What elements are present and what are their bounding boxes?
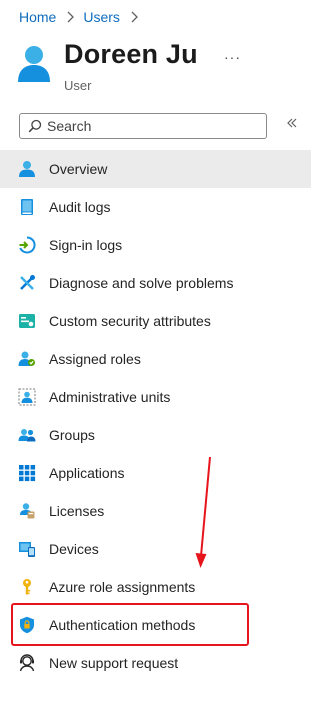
sidebar-item-sign-in-logs[interactable]: Sign-in logs bbox=[0, 226, 311, 264]
breadcrumb-users-link[interactable]: Users bbox=[83, 9, 120, 25]
sidebar-item-audit-logs[interactable]: Audit logs bbox=[0, 188, 311, 226]
sidebar-item-applications[interactable]: Applications bbox=[0, 454, 311, 492]
book-icon bbox=[18, 198, 36, 216]
sidebar-item-assigned-roles[interactable]: Assigned roles bbox=[0, 340, 311, 378]
sidebar-item-groups[interactable]: Groups bbox=[0, 416, 311, 454]
sign-in-icon bbox=[18, 236, 36, 254]
chevron-double-left-icon bbox=[286, 116, 298, 134]
sidebar-item-label: Audit logs bbox=[49, 199, 111, 215]
search-box[interactable] bbox=[19, 113, 267, 139]
search-input[interactable] bbox=[47, 118, 247, 134]
sidebar-item-new-support-request[interactable]: New support request bbox=[0, 644, 311, 682]
sidebar-item-label: Licenses bbox=[49, 503, 105, 519]
sidebar-item-label: Overview bbox=[49, 161, 108, 177]
page-subtitle: User bbox=[64, 78, 92, 93]
chevron-right-icon bbox=[127, 10, 141, 24]
sidebar-item-label: Applications bbox=[49, 465, 125, 481]
page-title: Doreen Ju bbox=[64, 39, 198, 69]
sidebar-item-label: Groups bbox=[49, 427, 95, 443]
key-icon bbox=[18, 578, 36, 596]
sidebar-item-label: Sign-in logs bbox=[49, 237, 123, 253]
sidebar-item-label: Administrative units bbox=[49, 389, 171, 405]
tools-icon bbox=[18, 274, 36, 292]
page-header: Doreen Ju ··· User bbox=[16, 39, 323, 96]
support-icon bbox=[18, 654, 36, 672]
sidebar-item-administrative-units[interactable]: Administrative units bbox=[0, 378, 311, 416]
admin-unit-icon bbox=[18, 388, 36, 406]
breadcrumb-home-link[interactable]: Home bbox=[19, 9, 56, 25]
breadcrumb: Home Users bbox=[19, 8, 147, 26]
sidebar-item-label: Assigned roles bbox=[49, 351, 141, 367]
annotation-highlight-box bbox=[11, 603, 249, 646]
more-options-button[interactable]: ··· bbox=[224, 49, 241, 65]
groups-icon bbox=[18, 426, 36, 444]
sidebar-item-label: New support request bbox=[49, 655, 179, 671]
user-icon bbox=[18, 160, 36, 178]
sidebar-item-diagnose[interactable]: Diagnose and solve problems bbox=[0, 264, 311, 302]
grid-icon bbox=[18, 464, 36, 482]
sidebar-item-label: Azure role assignments bbox=[49, 579, 196, 595]
sidebar-item-label: Devices bbox=[49, 541, 99, 557]
attribute-icon bbox=[18, 312, 36, 330]
sidebar-item-licenses[interactable]: Licenses bbox=[0, 492, 311, 530]
sidebar-item-devices[interactable]: Devices bbox=[0, 530, 311, 568]
user-avatar-icon bbox=[16, 44, 52, 84]
license-icon bbox=[18, 502, 36, 520]
search-icon bbox=[28, 119, 42, 133]
devices-icon bbox=[18, 540, 36, 558]
sidebar-item-azure-role-assignments[interactable]: Azure role assignments bbox=[0, 568, 311, 606]
sidebar-item-custom-security-attributes[interactable]: Custom security attributes bbox=[0, 302, 311, 340]
user-role-icon bbox=[18, 350, 36, 368]
sidebar-item-label: Diagnose and solve problems bbox=[49, 275, 234, 291]
chevron-right-icon bbox=[63, 10, 77, 24]
sidebar-item-label: Custom security attributes bbox=[49, 313, 211, 329]
collapse-menu-button[interactable] bbox=[285, 117, 299, 133]
sidebar-item-overview[interactable]: Overview bbox=[0, 150, 311, 188]
